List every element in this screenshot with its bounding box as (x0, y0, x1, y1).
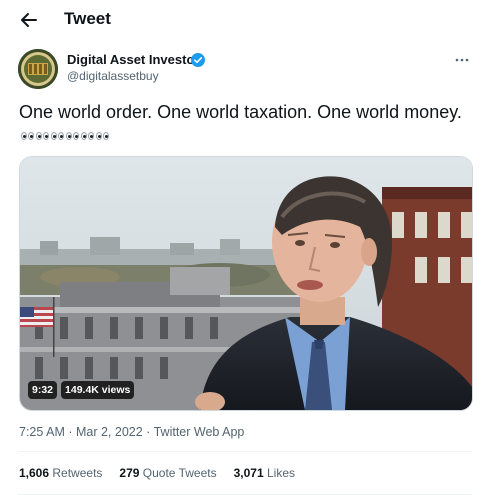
eye-icon (58, 132, 64, 141)
video-player[interactable]: 9:32 149.4K views (19, 156, 473, 411)
engagement-stats: 1,606 Retweets 279 Quote Tweets 3,071 Li… (19, 466, 295, 481)
tweet-body: One world order. One world taxation. One… (19, 102, 462, 122)
tweet-text: One world order. One world taxation. One… (19, 101, 464, 147)
eye-icon (81, 132, 87, 141)
video-thumbnail (20, 157, 472, 410)
author-avatar[interactable] (18, 49, 58, 89)
eye-icon (103, 132, 109, 141)
timestamp-separator: · (142, 425, 154, 439)
divider (18, 451, 472, 452)
eyes-emoji-icon (66, 132, 79, 141)
eye-icon (36, 132, 42, 141)
video-duration: 9:32 (28, 381, 58, 399)
video-info-badge: 9:32 149.4K views (28, 381, 135, 399)
timestamp-separator: · (64, 425, 76, 439)
author-name[interactable]: Digital Asset Investor (67, 52, 199, 68)
top-bar: Tweet (0, 0, 483, 40)
eyes-emoji-icon (36, 132, 49, 141)
eyes-emoji-icon (81, 132, 94, 141)
page-title: Tweet (64, 9, 111, 28)
eye-icon (43, 132, 49, 141)
eyes-emoji-row (21, 132, 109, 141)
quote-tweets-count: 279 (119, 466, 140, 480)
eyes-emoji-icon (21, 132, 34, 141)
retweets-stat[interactable]: 1,606 Retweets (19, 466, 102, 481)
verified-badge-icon (191, 53, 205, 67)
eye-icon (88, 132, 94, 141)
eye-icon (51, 132, 57, 141)
quote-tweets-label: Quote Tweets (142, 466, 217, 480)
quote-tweets-stat[interactable]: 279 Quote Tweets (119, 466, 216, 481)
back-arrow-icon[interactable] (17, 8, 41, 32)
tweet-source[interactable]: Twitter Web App (154, 425, 245, 439)
tweet-timestamp: 7:25 AM · Mar 2, 2022 · Twitter Web App (19, 424, 244, 440)
likes-label: Likes (266, 466, 295, 480)
eye-icon (28, 132, 34, 141)
likes-stat[interactable]: 3,071 Likes (234, 466, 295, 481)
eye-icon (96, 132, 102, 141)
likes-count: 3,071 (233, 466, 264, 480)
tweet-time[interactable]: 7:25 AM (19, 425, 65, 439)
retweets-count: 1,606 (19, 466, 50, 480)
eye-icon (73, 132, 79, 141)
eyes-emoji-icon (96, 132, 109, 141)
retweets-label: Retweets (52, 466, 103, 480)
tweet-date[interactable]: Mar 2, 2022 (76, 425, 143, 439)
eye-icon (21, 132, 27, 141)
video-views: 149.4K views (61, 381, 135, 399)
more-options-icon[interactable] (453, 52, 471, 68)
eyes-emoji-icon (51, 132, 64, 141)
author-handle[interactable]: @digitalassetbuy (67, 69, 159, 84)
eye-icon (66, 132, 72, 141)
